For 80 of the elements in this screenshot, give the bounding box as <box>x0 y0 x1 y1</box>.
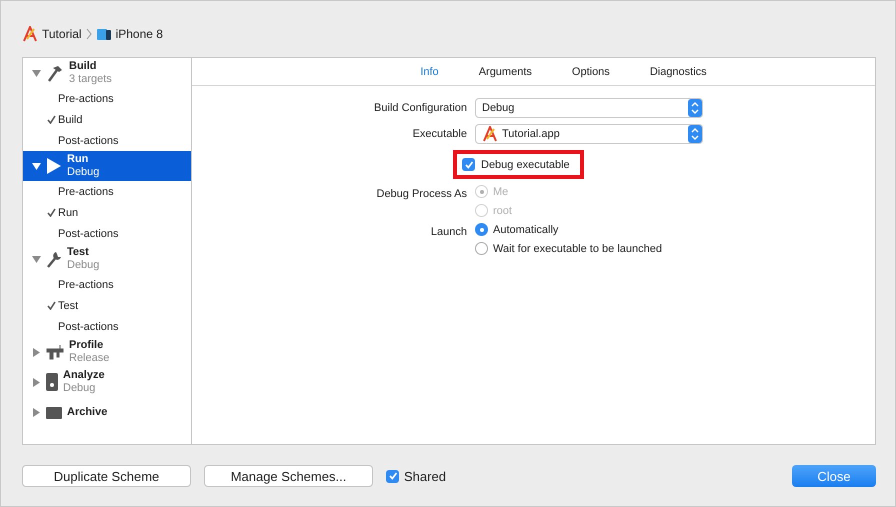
item-title: Test <box>67 246 90 259</box>
checkmark-icon <box>47 115 56 124</box>
item-label: Run <box>58 206 78 218</box>
app-icon <box>482 126 498 142</box>
popup-button[interactable]: Tutorial.app <box>475 124 703 144</box>
field-label: Debug Process As <box>376 187 467 200</box>
item-title: Build <box>69 60 98 73</box>
radio-button[interactable] <box>475 223 488 236</box>
chevron-icon <box>86 28 92 40</box>
sub-action-item[interactable]: Post-actions <box>23 223 191 244</box>
scheme-action-item[interactable]: Analyze Debug <box>23 367 191 397</box>
sub-action-item[interactable]: Post-actions <box>23 130 191 151</box>
item-label: Test <box>58 300 78 312</box>
scheme-action-item[interactable]: Run Debug <box>23 151 191 181</box>
stepper-arrows-icon <box>688 125 702 143</box>
expand-triangle-icon[interactable] <box>32 408 41 416</box>
item-subtitle: Debug <box>67 166 100 179</box>
item-label: Pre-actions <box>58 92 114 104</box>
device-icon <box>96 26 112 40</box>
sub-action-item[interactable]: Pre-actions <box>23 181 191 202</box>
checkbox[interactable] <box>462 158 475 171</box>
item-title: Run <box>67 153 90 166</box>
device-analyze-icon <box>46 373 58 391</box>
footer-button[interactable]: Manage Schemes... <box>204 465 373 487</box>
collapse-triangle-icon[interactable] <box>32 68 41 78</box>
collapse-triangle-icon[interactable] <box>32 162 41 170</box>
sub-action-item[interactable]: Run <box>23 202 191 223</box>
expand-triangle-icon[interactable] <box>32 348 41 356</box>
app-icon <box>22 26 38 42</box>
archive-box-icon <box>46 405 62 419</box>
breadcrumb-item[interactable]: Tutorial <box>42 26 82 40</box>
hammer-icon <box>46 64 64 82</box>
radio-label: Me <box>493 186 508 198</box>
item-subtitle: Debug <box>67 259 100 272</box>
item-label: Pre-actions <box>58 186 114 198</box>
item-title: Analyze <box>63 369 105 382</box>
item-label: Build <box>58 114 82 126</box>
scheme-action-item[interactable]: Archive <box>23 397 191 427</box>
field-label: Build Configuration <box>373 102 467 114</box>
tab[interactable]: Options <box>562 64 620 80</box>
checkbox-label: Shared <box>404 468 446 484</box>
caliper-icon <box>46 344 64 360</box>
radio-label: Automatically <box>493 224 558 236</box>
scheme-action-item[interactable]: Build 3 targets <box>23 58 191 88</box>
radio-label: Wait for executable to be launched <box>493 242 662 254</box>
radio-label: root <box>493 204 512 216</box>
item-subtitle: Release <box>69 352 110 365</box>
popup-button[interactable]: Debug <box>475 98 703 118</box>
item-title: Archive <box>67 406 108 418</box>
footer-button[interactable]: Duplicate Scheme <box>22 465 191 487</box>
wrench-icon <box>46 250 62 268</box>
item-label: Post-actions <box>58 320 119 332</box>
sub-action-item[interactable]: Post-actions <box>23 316 191 337</box>
collapse-triangle-icon[interactable] <box>32 254 41 264</box>
tab[interactable]: Diagnostics <box>640 64 717 80</box>
breadcrumb-item[interactable]: iPhone 8 <box>116 26 163 40</box>
item-title: Profile <box>69 339 104 352</box>
checkmark-icon <box>47 301 56 310</box>
item-subtitle: Debug <box>63 382 96 395</box>
scheme-action-item[interactable]: Test Debug <box>23 244 191 274</box>
radio-button[interactable] <box>475 242 488 255</box>
sub-action-item[interactable]: Pre-actions <box>23 88 191 109</box>
sub-action-item[interactable]: Build <box>23 109 191 130</box>
expand-triangle-icon[interactable] <box>32 378 41 386</box>
checkmark-icon <box>47 208 56 217</box>
field-label: Launch <box>430 225 467 238</box>
scheme-action-item[interactable]: Profile Release <box>23 337 191 367</box>
play-icon <box>46 157 62 175</box>
sub-action-item[interactable]: Test <box>23 295 191 316</box>
field-label: Executable <box>412 128 467 140</box>
checkbox-label: Debug executable <box>481 158 570 170</box>
tab[interactable]: Info <box>410 64 449 80</box>
tab[interactable]: Arguments <box>468 64 542 80</box>
stepper-arrows-icon <box>688 99 702 117</box>
checkbox[interactable] <box>386 470 399 482</box>
sub-action-item[interactable]: Pre-actions <box>23 274 191 295</box>
item-label: Post-actions <box>58 228 119 240</box>
item-label: Pre-actions <box>58 278 114 290</box>
item-label: Post-actions <box>58 134 119 146</box>
item-subtitle: 3 targets <box>69 73 112 86</box>
